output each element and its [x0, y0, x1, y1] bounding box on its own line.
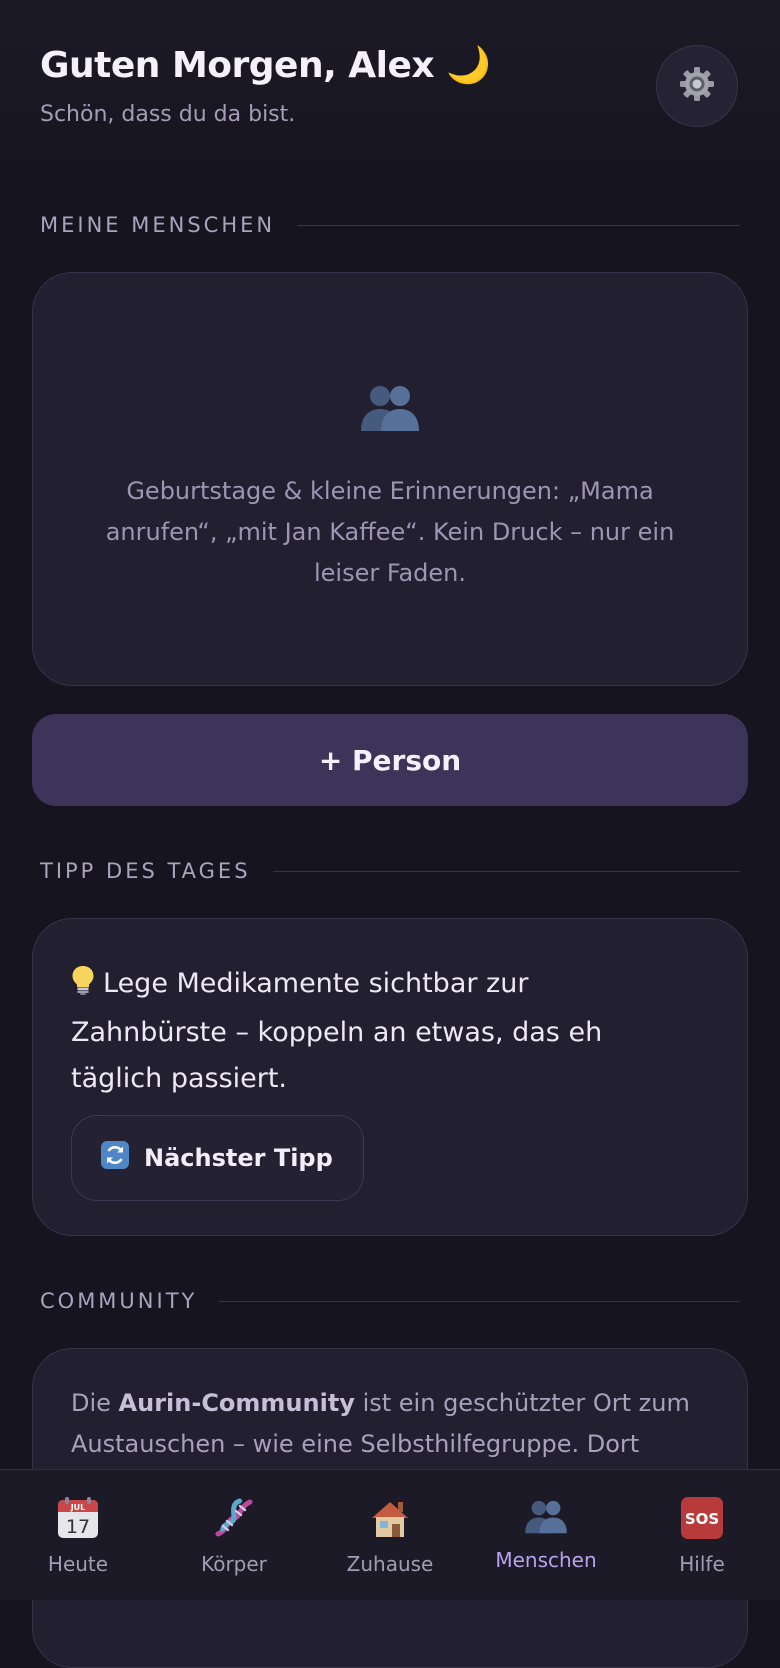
community-name: Aurin-Community	[118, 1389, 355, 1417]
gear-icon	[677, 64, 717, 108]
people-icon	[33, 381, 747, 433]
section-label: TIPP DES TAGES	[40, 859, 251, 883]
people-icon	[523, 1496, 569, 1540]
next-tip-button[interactable]: Nächster Tipp	[71, 1115, 364, 1201]
section-label: COMMUNITY	[40, 1289, 198, 1313]
section-header-community: COMMUNITY	[40, 1286, 740, 1316]
community-text: Die Aurin-Community ist ein geschützter …	[71, 1389, 690, 1458]
dna-icon	[212, 1496, 256, 1544]
section-label: MEINE MENSCHEN	[40, 213, 276, 237]
nav-label: Zuhause	[346, 1552, 434, 1576]
calendar-icon: JUL 17	[56, 1496, 100, 1544]
house-icon	[368, 1496, 412, 1544]
nav-label: Menschen	[495, 1548, 597, 1572]
section-header-tip: TIPP DES TAGES	[40, 856, 740, 886]
sos-text: SOS	[685, 1510, 719, 1528]
people-empty-card: Geburtstage & kleine Erinnerungen: „Mama…	[32, 272, 748, 686]
nav-label: Heute	[47, 1552, 109, 1576]
divider	[272, 870, 740, 872]
divider	[297, 224, 740, 226]
nav-item-hilfe[interactable]: SOS Hilfe	[624, 1470, 780, 1600]
nav-item-heute[interactable]: JUL 17 Heute	[0, 1470, 156, 1600]
refresh-icon	[100, 1140, 130, 1176]
settings-button[interactable]	[656, 45, 738, 127]
greeting-subtitle: Schön, dass du da bist.	[40, 102, 296, 127]
people-empty-text: Geburtstage & kleine Erinnerungen: „Mama…	[105, 477, 675, 587]
greeting-text: Guten Morgen, Alex	[40, 45, 435, 86]
header: Guten Morgen, Alex 🌙 Schön, dass du da b…	[0, 0, 780, 170]
nav-item-koerper[interactable]: Körper	[156, 1470, 312, 1600]
calendar-month: JUL	[70, 1503, 86, 1512]
bottom-nav: JUL 17 Heute Körper Zuhause Menschen SOS…	[0, 1469, 780, 1600]
nav-label: Hilfe	[679, 1552, 725, 1576]
nav-item-menschen[interactable]: Menschen	[468, 1470, 624, 1600]
tip-card: Lege Medikamente sichtbar zur Zahnbürste…	[32, 918, 748, 1236]
nav-item-zuhause[interactable]: Zuhause	[312, 1470, 468, 1600]
sos-icon: SOS	[680, 1496, 724, 1544]
greeting-title: Guten Morgen, Alex 🌙	[40, 44, 491, 86]
tip-text: Lege Medikamente sichtbar zur Zahnbürste…	[71, 968, 603, 1094]
tip-text-block: Lege Medikamente sichtbar zur Zahnbürste…	[71, 961, 691, 1102]
next-tip-label: Nächster Tipp	[144, 1144, 333, 1172]
nav-label: Körper	[201, 1552, 267, 1576]
calendar-day: 17	[66, 1516, 90, 1538]
moon-icon: 🌙	[446, 45, 491, 86]
section-header-people: MEINE MENSCHEN	[40, 210, 740, 240]
divider	[219, 1300, 740, 1302]
add-person-button[interactable]: + Person	[32, 714, 748, 806]
lightbulb-icon	[71, 964, 95, 1010]
